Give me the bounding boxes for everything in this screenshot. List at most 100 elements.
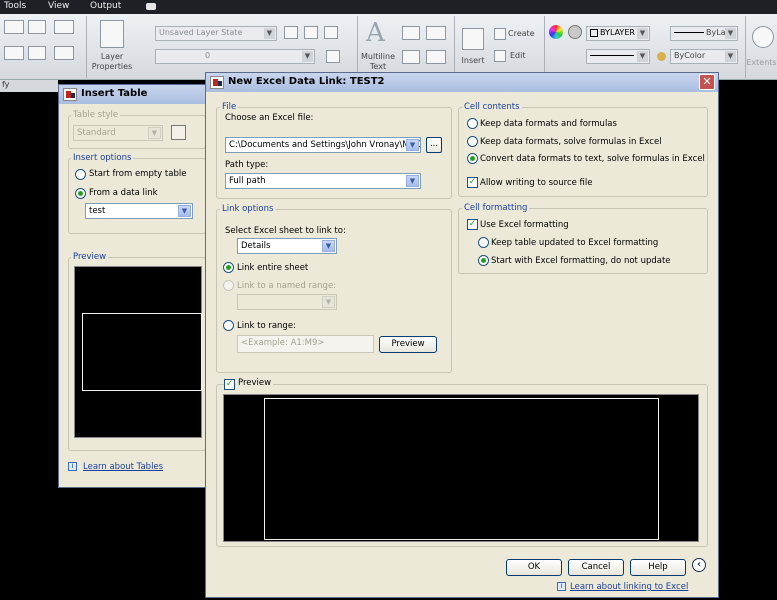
learn-about-linking-link[interactable]: Learn about linking to Excel <box>570 582 688 592</box>
sheet-combo[interactable]: Details ▼ <box>237 238 337 254</box>
multiline-label-1: Multiline <box>361 52 395 61</box>
path-type-combo[interactable]: Full path ▼ <box>225 173 421 189</box>
range-input[interactable]: <Example: A1:M9> <box>237 335 374 353</box>
linetype-combo[interactable]: ▼ <box>586 49 650 64</box>
menu-view[interactable]: View <box>48 1 69 11</box>
layer-combo-value: 0 <box>205 51 211 60</box>
collapse-icon[interactable]: ‹ <box>692 558 706 572</box>
layer-tool3-icon[interactable] <box>324 26 338 39</box>
draw-shape-icon[interactable] <box>28 20 46 34</box>
dimension-icon[interactable] <box>402 26 420 40</box>
lineweight-combo[interactable]: ByLa ▼ <box>670 26 738 41</box>
layer-properties-icon[interactable] <box>100 20 124 48</box>
create-block-icon[interactable] <box>494 28 506 40</box>
browse-button[interactable]: ... <box>426 137 442 153</box>
arc-icon[interactable] <box>4 46 24 60</box>
help-button[interactable]: Help <box>630 559 686 576</box>
from-data-link-radio[interactable] <box>75 188 86 199</box>
data-link-value: test <box>89 206 106 216</box>
allow-writing-checkbox[interactable]: ✓ <box>467 177 478 188</box>
color-wheel-icon[interactable] <box>549 25 563 39</box>
link-to-range-radio[interactable] <box>223 320 234 331</box>
create-label: Create <box>508 29 535 38</box>
table-style-combo[interactable]: Standard ▼ <box>73 125 163 141</box>
link-entire-sheet-radio[interactable] <box>223 262 234 273</box>
keep-formats-formulas-label: Keep data formats and formulas <box>480 119 617 129</box>
use-excel-formatting-label: Use Excel formatting <box>480 220 569 230</box>
layer-state-combo[interactable]: Unsaved Layer State ▼ <box>155 26 277 41</box>
ribbon-panel-label: fy <box>0 80 58 92</box>
keep-formats-solve-radio[interactable] <box>467 136 478 147</box>
file-group-label: File <box>220 102 239 112</box>
from-data-link-label: From a data link <box>89 188 158 198</box>
multiline-text-icon[interactable]: A <box>366 18 385 48</box>
zoom-extents-icon[interactable] <box>752 26 774 48</box>
table-style-value: Standard <box>77 128 116 138</box>
keep-formats-formulas-radio[interactable] <box>467 118 478 129</box>
plotstyle-combo-value: ByColor <box>674 51 706 60</box>
choose-file-label: Choose an Excel file: <box>225 113 314 123</box>
color-combo-value: BYLAYER <box>600 28 635 37</box>
data-link-combo[interactable]: test ▼ <box>85 203 193 219</box>
insert-label: Insert <box>461 56 485 65</box>
table-style-label: Table style <box>71 110 121 120</box>
rectangle-icon[interactable] <box>54 46 74 60</box>
excel-dialog-titlebar[interactable]: New Excel Data Link: TEST2 ✕ <box>206 73 718 92</box>
menu-output[interactable]: Output <box>90 1 121 11</box>
cancel-button[interactable]: Cancel <box>568 559 624 576</box>
insert-options-label: Insert options <box>71 153 134 163</box>
table-style-launch-icon[interactable] <box>171 125 186 140</box>
keep-formats-solve-label: Keep data formats, solve formulas in Exc… <box>480 137 662 147</box>
link-entire-sheet-label: Link entire sheet <box>237 263 309 273</box>
layer-tool-icon[interactable] <box>284 26 298 39</box>
insert-table-titlebar[interactable]: Insert Table <box>59 85 205 104</box>
polygon-icon[interactable] <box>28 46 46 60</box>
modify-panel-label: fy <box>2 80 10 89</box>
named-range-combo[interactable]: ▼ <box>237 294 337 310</box>
multiline-label-2: Text <box>369 62 387 71</box>
convert-to-text-radio[interactable] <box>467 153 478 164</box>
learn-about-tables-link[interactable]: Learn about Tables <box>83 462 163 472</box>
link-options-label: Link options <box>220 204 276 214</box>
excel-file-combo[interactable]: C:\Documents and Settings\John Vronay\My… <box>225 137 421 153</box>
extents-label: Extents <box>746 58 777 67</box>
markup-icon[interactable] <box>426 50 446 64</box>
close-icon[interactable]: ✕ <box>699 74 715 90</box>
copy-icon[interactable] <box>54 20 74 34</box>
excel-dialog-title: New Excel Data Link: TEST2 <box>228 76 385 87</box>
layer-tool4-icon[interactable] <box>326 50 340 63</box>
preview-checkbox[interactable]: ✓ <box>224 379 235 390</box>
plotstyle-icon <box>657 52 666 61</box>
link-to-range-label: Link to range: <box>237 321 296 331</box>
preview-check-label: Preview <box>236 378 274 388</box>
draw-line-icon[interactable] <box>4 20 24 34</box>
layer-state-value: Unsaved Layer State <box>159 28 243 37</box>
layer-tool2-icon[interactable] <box>304 26 318 39</box>
layer-properties-label-1: Layer <box>100 52 124 61</box>
link-named-range-radio[interactable] <box>223 280 234 291</box>
edit-label: Edit <box>510 51 526 60</box>
table-icon[interactable] <box>402 50 420 64</box>
layer-combo[interactable]: 0 ▼ <box>155 49 315 64</box>
color-combo[interactable]: BYLAYER ▼ <box>586 26 650 41</box>
insert-block-icon[interactable] <box>462 28 484 50</box>
start-with-excel-radio[interactable] <box>478 255 489 266</box>
keep-updated-radio[interactable] <box>478 237 489 248</box>
start-empty-radio[interactable] <box>75 169 86 180</box>
path-type-label: Path type: <box>225 160 269 170</box>
ok-button[interactable]: OK <box>506 559 562 576</box>
use-excel-formatting-checkbox[interactable]: ✓ <box>467 219 478 230</box>
allow-writing-label: Allow writing to source file <box>480 178 593 188</box>
menu-tools[interactable]: Tools <box>4 1 26 11</box>
cell-formatting-label: Cell formatting <box>462 203 530 213</box>
leader-icon[interactable] <box>426 26 446 40</box>
linetype-icon[interactable] <box>568 25 582 39</box>
sheet-value: Details <box>241 241 271 251</box>
menu-extra-icon[interactable] <box>146 3 156 10</box>
plotstyle-combo[interactable]: ByColor ▼ <box>670 49 738 64</box>
range-preview-button[interactable]: Preview <box>379 336 437 353</box>
info-icon: i <box>557 582 566 591</box>
link-named-range-label: Link to a named range: <box>237 281 337 291</box>
path-type-value: Full path <box>229 176 266 186</box>
edit-block-icon[interactable] <box>494 50 506 62</box>
